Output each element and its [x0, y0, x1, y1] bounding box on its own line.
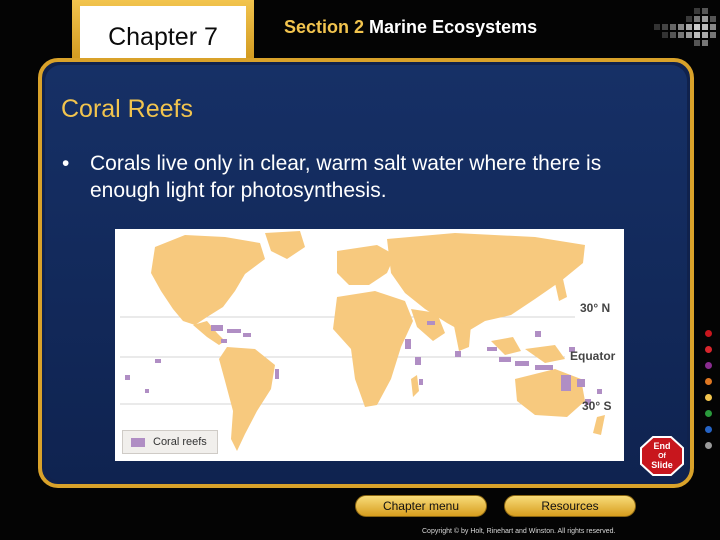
side-color-dots	[705, 330, 712, 458]
stop-sign-icon: End Of Slide	[640, 436, 684, 476]
map-legend: Coral reefs	[122, 430, 218, 454]
coral-reef-swatch	[131, 437, 145, 447]
copyright-text: Copyright © by Holt, Rinehart and Winsto…	[422, 528, 616, 535]
latitude-30s-label: 30° S	[582, 399, 612, 413]
latitude-30n-label: 30° N	[580, 301, 611, 315]
chapter-menu-button[interactable]: Chapter menu	[355, 495, 487, 517]
end-label-line1: End	[654, 441, 671, 451]
world-map-image	[120, 231, 605, 451]
end-label-line3: Slide	[651, 460, 673, 470]
legend-label: Coral reefs	[153, 436, 207, 448]
bullet-point: • Corals live only in clear, warm salt w…	[62, 150, 672, 204]
coral-reef-world-map	[115, 229, 624, 461]
slide-title: Coral Reefs	[61, 95, 193, 123]
end-label-line2: Of	[658, 453, 666, 460]
bullet-text: Corals live only in clear, warm salt wat…	[90, 152, 602, 202]
section-title: Marine Ecosystems	[369, 17, 538, 37]
bullet-mark: •	[62, 152, 70, 175]
resources-button[interactable]: Resources	[504, 495, 636, 517]
equator-label: Equator	[570, 349, 616, 363]
section-number: Section 2	[284, 17, 365, 37]
chapter-label: Chapter 7	[108, 23, 218, 51]
section-header: Section 2 Marine Ecosystems	[284, 17, 537, 38]
decorative-square-grid	[624, 8, 716, 48]
end-of-slide-button[interactable]: End Of Slide	[640, 436, 684, 476]
